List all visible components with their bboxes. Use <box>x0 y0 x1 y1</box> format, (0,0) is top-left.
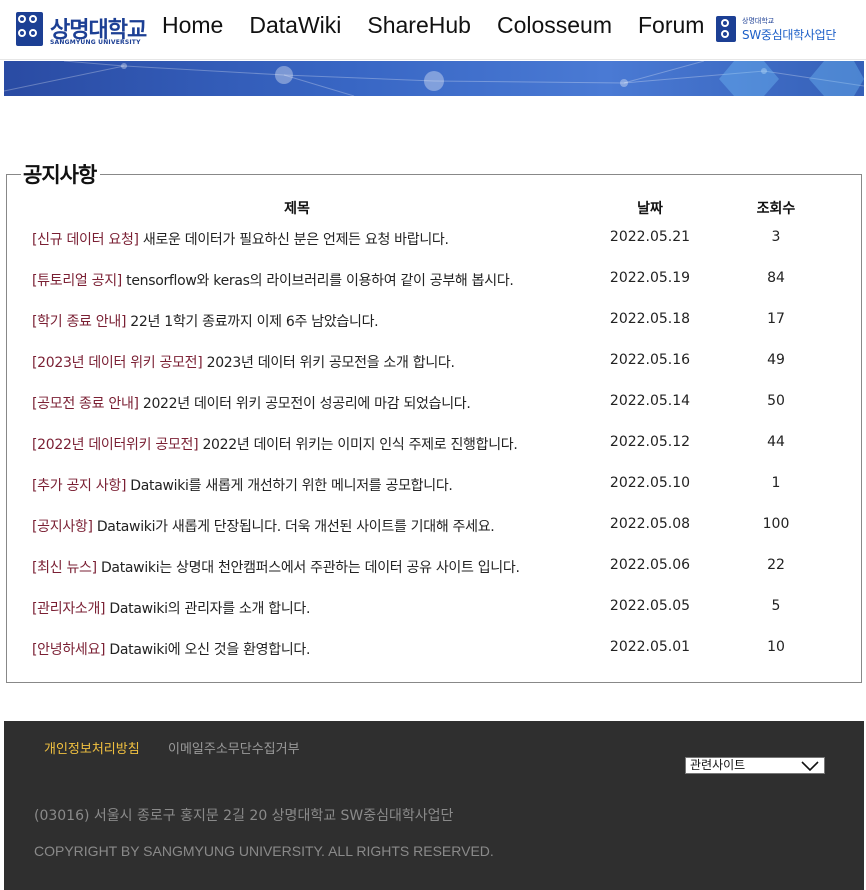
notice-date: 2022.05.21 <box>609 229 691 245</box>
logo-subtitle: SANGMYUNG UNIVERSITY <box>50 39 141 46</box>
notice-category-tag: [추가 공지 사항] <box>32 478 127 494</box>
notice-category-tag: [학기 종료 안내] <box>32 314 127 330</box>
notice-text: 2022년 데이터 위키는 이미지 인식 주제로 진행합니다. <box>202 437 518 453</box>
related-sites-select[interactable]: 관련사이트 <box>685 757 825 774</box>
sw-center-logo[interactable]: 상명대학교 SW중심대학사업단 <box>716 16 836 44</box>
notice-category-tag: [안녕하세요] <box>32 642 106 658</box>
email-refusal-link[interactable]: 이메일주소무단수집거부 <box>168 738 300 757</box>
notice-title-link[interactable]: [공지사항] Datawiki가 새롭게 단장됩니다. 더욱 개선된 사이트를 … <box>32 516 495 536</box>
notice-title-link[interactable]: [최신 뉴스] Datawiki는 상명대 천안캠퍼스에서 주관하는 데이터 공… <box>32 557 520 577</box>
nav-forum[interactable]: Forum <box>638 12 704 39</box>
notice-text: Datawiki가 새롭게 단장됩니다. 더욱 개선된 사이트를 기대해 주세요… <box>96 519 495 535</box>
site-footer: 개인정보처리방침 이메일주소무단수집거부 관련사이트 (03016) 서울시 종… <box>4 721 864 890</box>
column-header-views: 조회수 <box>756 201 796 217</box>
chevron-down-icon <box>801 761 819 772</box>
notice-row[interactable]: [학기 종료 안내] 22년 1학기 종료까지 이제 6주 남았습니다. 2022… <box>7 311 861 331</box>
sw-logo-top: 상명대학교 <box>742 17 775 25</box>
privacy-policy-link[interactable]: 개인정보처리방침 <box>44 738 140 757</box>
notice-title-link[interactable]: [2022년 데이터위키 공모전] 2022년 데이터 위키는 이미지 인식 주… <box>32 434 518 454</box>
notice-category-tag: [튜토리얼 공지] <box>32 273 122 289</box>
notice-views: 44 <box>767 434 785 450</box>
notice-row[interactable]: [최신 뉴스] Datawiki는 상명대 천안캠퍼스에서 주관하는 데이터 공… <box>7 557 861 577</box>
notice-category-tag: [관리자소개] <box>32 601 106 617</box>
notice-text: 22년 1학기 종료까지 이제 6주 남았습니다. <box>130 314 379 330</box>
notice-date: 2022.05.18 <box>609 311 691 327</box>
notice-text: Datawiki는 상명대 천안캠퍼스에서 주관하는 데이터 공유 사이트 입니… <box>100 560 520 576</box>
notice-text: 2023년 데이터 위키 공모전을 소개 합니다. <box>206 355 455 371</box>
notice-row[interactable]: [추가 공지 사항] Datawiki를 새롭게 개선하기 위한 메니저를 공모… <box>7 475 861 495</box>
related-sites-label: 관련사이트 <box>690 758 746 772</box>
column-header-title: 제목 <box>284 201 310 217</box>
university-logo[interactable]: 상명대학교 SANGMYUNG UNIVERSITY <box>16 12 147 48</box>
notice-category-tag: [최신 뉴스] <box>32 560 97 576</box>
network-pattern <box>4 61 864 96</box>
footer-copyright: COPYRIGHT BY SANGMYUNG UNIVERSITY. ALL R… <box>34 843 494 859</box>
sw-seal-icon <box>716 16 736 42</box>
sw-logo-bottom: SW중심대학사업단 <box>742 28 837 42</box>
notice-category-tag: [신규 데이터 요청] <box>32 232 139 248</box>
nav-home[interactable]: Home <box>162 12 223 39</box>
notice-date: 2022.05.12 <box>609 434 691 450</box>
notice-title-link[interactable]: [관리자소개] Datawiki의 관리자를 소개 합니다. <box>32 598 310 618</box>
notice-title-link[interactable]: [공모전 종료 안내] 2022년 데이터 위키 공모전이 성공리에 마감 되었… <box>32 393 471 413</box>
nav-colosseum[interactable]: Colosseum <box>497 12 612 39</box>
notice-row[interactable]: [튜토리얼 공지] tensorflow와 keras의 라이브러리를 이용하여… <box>7 270 861 290</box>
notice-row[interactable]: [신규 데이터 요청] 새로운 데이터가 필요하신 분은 언제든 요청 바랍니다… <box>7 229 861 249</box>
notice-views: 1 <box>771 475 781 491</box>
notice-date: 2022.05.10 <box>609 475 691 491</box>
notice-row[interactable]: [공지사항] Datawiki가 새롭게 단장됩니다. 더욱 개선된 사이트를 … <box>7 516 861 536</box>
notice-date: 2022.05.06 <box>609 557 691 573</box>
hero-banner <box>4 61 864 96</box>
notice-title-link[interactable]: [2023년 데이터 위키 공모전] 2023년 데이터 위키 공모전을 소개 … <box>32 352 455 372</box>
nav-sharehub[interactable]: ShareHub <box>367 12 471 39</box>
notice-category-tag: [공모전 종료 안내] <box>32 396 139 412</box>
notice-text: Datawiki에 오신 것을 환영합니다. <box>109 642 311 658</box>
site-header: 상명대학교 SANGMYUNG UNIVERSITY Home DataWiki… <box>0 0 866 60</box>
notice-category-tag: [2023년 데이터 위키 공모전] <box>32 355 203 371</box>
notice-text: 2022년 데이터 위키 공모전이 성공리에 마감 되었습니다. <box>142 396 471 412</box>
notice-views: 10 <box>767 639 785 655</box>
notice-views: 100 <box>762 516 790 532</box>
notice-date: 2022.05.01 <box>609 639 691 655</box>
notice-title-link[interactable]: [튜토리얼 공지] tensorflow와 keras의 라이브러리를 이용하여… <box>32 270 514 290</box>
notice-date: 2022.05.19 <box>609 270 691 286</box>
notice-category-tag: [공지사항] <box>32 519 93 535</box>
notice-row[interactable]: [2023년 데이터 위키 공모전] 2023년 데이터 위키 공모전을 소개 … <box>7 352 861 372</box>
notice-views: 17 <box>767 311 785 327</box>
notice-row[interactable]: [안녕하세요] Datawiki에 오신 것을 환영합니다. 2022.05.01… <box>7 639 861 659</box>
notice-board: 공지사항 제목 날짜 조회수 [신규 데이터 요청] 새로운 데이터가 필요하신… <box>6 159 862 683</box>
notice-views: 5 <box>771 598 781 614</box>
notice-row[interactable]: [2022년 데이터위키 공모전] 2022년 데이터 위키는 이미지 인식 주… <box>7 434 861 454</box>
notice-text: Datawiki를 새롭게 개선하기 위한 메니저를 공모합니다. <box>130 478 453 494</box>
notice-date: 2022.05.14 <box>609 393 691 409</box>
notice-date: 2022.05.05 <box>609 598 691 614</box>
notice-row[interactable]: [공모전 종료 안내] 2022년 데이터 위키 공모전이 성공리에 마감 되었… <box>7 393 861 413</box>
notice-views: 50 <box>767 393 785 409</box>
main-nav: Home DataWiki ShareHub Colosseum Forum <box>162 12 704 39</box>
notice-text: tensorflow와 keras의 라이브러리를 이용하여 같이 공부해 봅시… <box>126 273 514 289</box>
notice-row[interactable]: [관리자소개] Datawiki의 관리자를 소개 합니다. 2022.05.05… <box>7 598 861 618</box>
notice-date: 2022.05.16 <box>609 352 691 368</box>
notice-views: 22 <box>767 557 785 573</box>
notice-category-tag: [2022년 데이터위키 공모전] <box>32 437 199 453</box>
notice-views: 84 <box>767 270 785 286</box>
notice-title-link[interactable]: [안녕하세요] Datawiki에 오신 것을 환영합니다. <box>32 639 310 659</box>
nav-datawiki[interactable]: DataWiki <box>249 12 341 39</box>
university-seal-icon <box>16 12 43 46</box>
notice-views: 49 <box>767 352 785 368</box>
notice-title-link[interactable]: [학기 종료 안내] 22년 1학기 종료까지 이제 6주 남았습니다. <box>32 311 379 331</box>
notice-title-link[interactable]: [추가 공지 사항] Datawiki를 새롭게 개선하기 위한 메니저를 공모… <box>32 475 453 495</box>
column-header-date: 날짜 <box>637 201 663 217</box>
notice-title-link[interactable]: [신규 데이터 요청] 새로운 데이터가 필요하신 분은 언제든 요청 바랍니다… <box>32 229 449 249</box>
footer-address: (03016) 서울시 종로구 홍지문 2길 20 상명대학교 SW중심대학사업… <box>34 808 454 824</box>
notice-text: Datawiki의 관리자를 소개 합니다. <box>109 601 311 617</box>
notice-title: 공지사항 <box>21 159 101 189</box>
notice-text: 새로운 데이터가 필요하신 분은 언제든 요청 바랍니다. <box>142 232 449 248</box>
notice-date: 2022.05.08 <box>609 516 691 532</box>
notice-views: 3 <box>771 229 781 245</box>
